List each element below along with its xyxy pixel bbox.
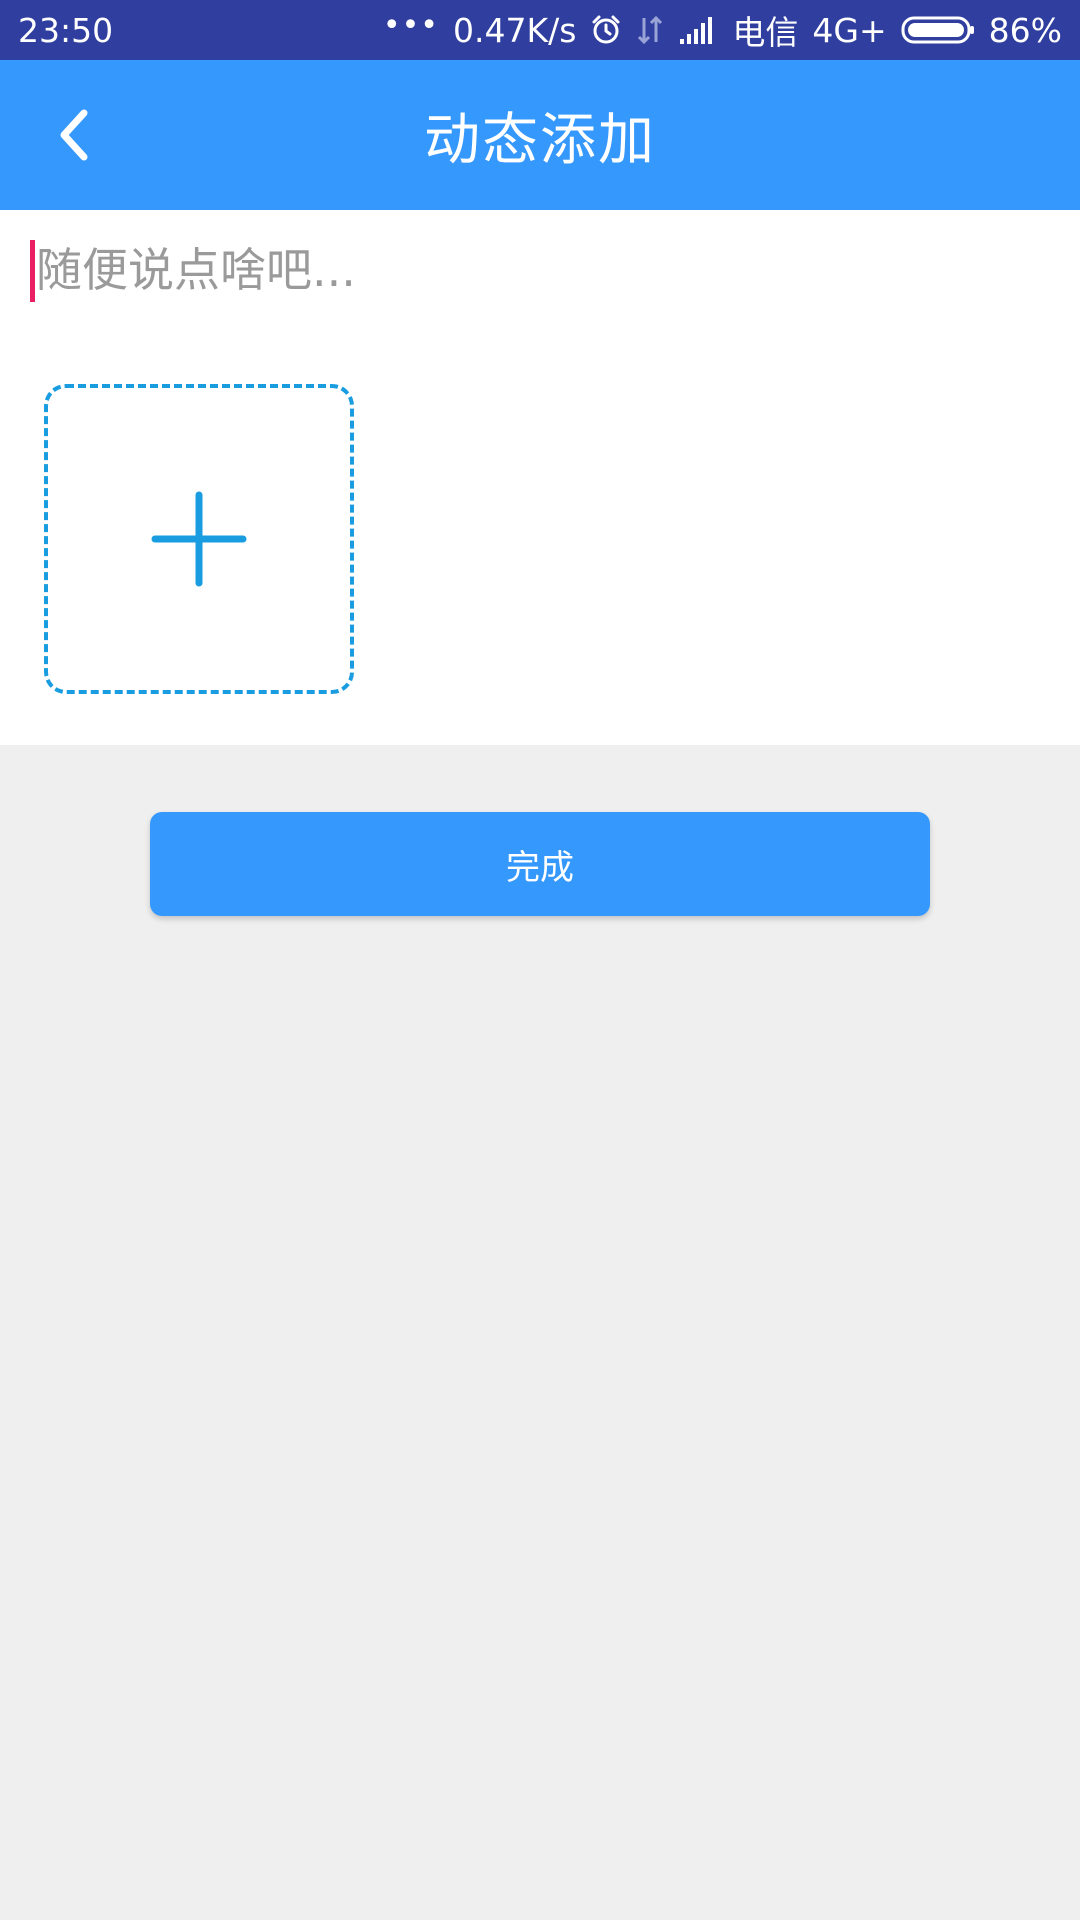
chevron-left-icon — [60, 109, 88, 161]
post-editor-card — [0, 210, 1080, 745]
page-title: 动态添加 — [424, 107, 656, 173]
battery-icon — [901, 15, 975, 45]
signal-icon — [678, 15, 718, 45]
back-button[interactable] — [34, 95, 114, 175]
carrier-name: 电信 — [732, 13, 799, 52]
battery-percent: 86% — [988, 10, 1062, 50]
post-text-input[interactable] — [30, 238, 1040, 302]
status-bar: 23:50 ••• 0.47K/s 电信 4G+ 86% — [0, 0, 1080, 60]
network-speed: 0.47K/s — [452, 10, 577, 50]
app-bar: 动态添加 — [0, 60, 1080, 210]
plus-icon — [151, 491, 247, 587]
data-transfer-icon — [636, 14, 664, 46]
alarm-icon — [590, 14, 622, 46]
status-icons: ••• 0.47K/s 电信 4G+ 86% — [383, 6, 1062, 54]
done-button[interactable]: 完成 — [150, 812, 930, 916]
screen: 23:50 ••• 0.47K/s 电信 4G+ 86% 动态添加 随便说点啥吧… — [0, 0, 1080, 1920]
network-type: 4G+ — [812, 10, 887, 50]
more-notifications-icon: ••• — [382, 7, 439, 43]
add-image-button[interactable] — [44, 384, 354, 694]
status-time: 23:50 — [18, 10, 114, 50]
